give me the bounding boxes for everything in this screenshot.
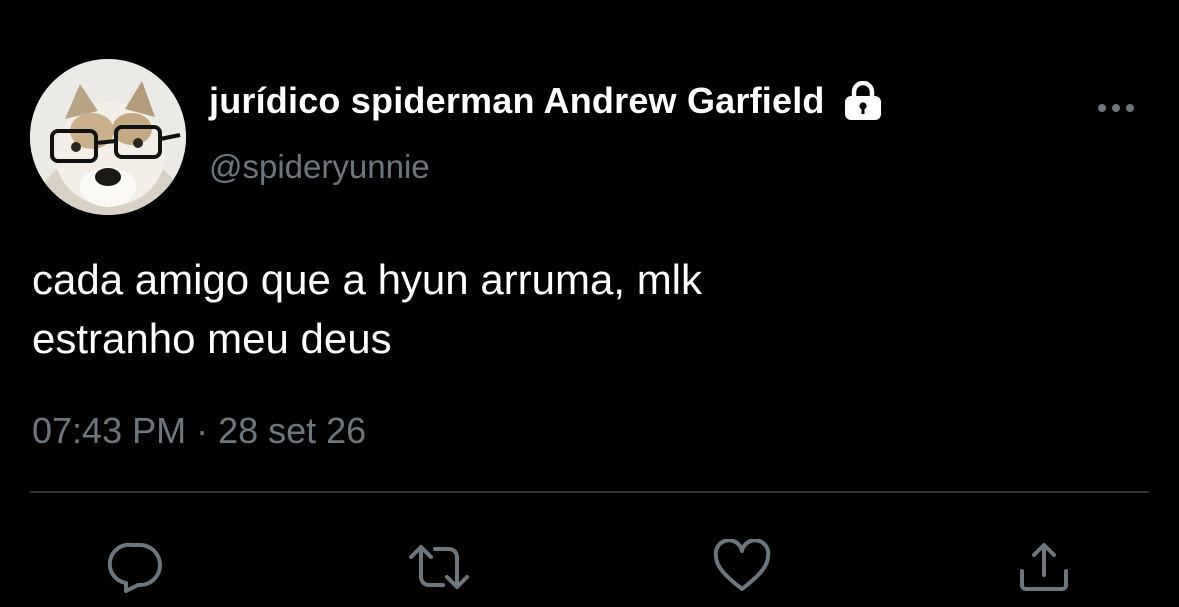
heart-icon [713, 539, 771, 591]
author-name-row[interactable]: jurídico spiderman Andrew Garfield [209, 80, 885, 122]
like-button[interactable] [712, 539, 771, 595]
tweet-time: 07:43 PM [32, 410, 187, 451]
tweet-text: cada amigo que a hyun arruma, mlk estran… [32, 256, 703, 362]
reply-button[interactable] [108, 539, 164, 595]
retweet-button[interactable] [407, 539, 469, 595]
tweet-card: jurídico spiderman Andrew Garfield @spid… [0, 0, 1179, 607]
meta-separator: · [196, 410, 209, 451]
retweet-icon [409, 545, 469, 589]
avatar[interactable] [30, 59, 186, 215]
tweet-date: 28 set 26 [218, 410, 367, 451]
reply-icon [108, 542, 162, 593]
author-handle[interactable]: @spideryunnie [209, 148, 430, 186]
tweet-timestamp[interactable]: 07:43 PM · 28 set 26 [32, 410, 366, 452]
dog-avatar-icon [30, 59, 186, 215]
divider [30, 491, 1149, 493]
lock-icon [841, 80, 885, 121]
author-display-name[interactable]: jurídico spiderman Andrew Garfield [209, 80, 825, 122]
more-options-icon[interactable] [1096, 98, 1136, 118]
share-button[interactable] [1016, 539, 1072, 595]
share-icon [1020, 543, 1068, 591]
